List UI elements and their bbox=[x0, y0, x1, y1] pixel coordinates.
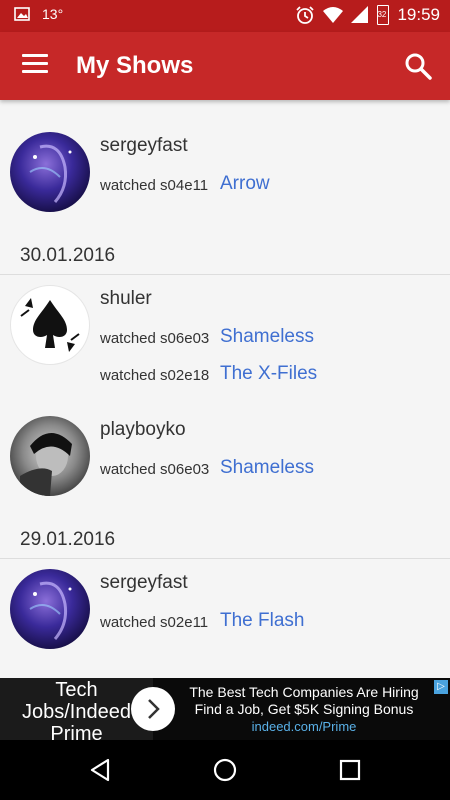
show-link[interactable]: Shameless bbox=[220, 326, 314, 348]
clock-text: 19:59 bbox=[397, 5, 440, 24]
search-icon[interactable] bbox=[404, 52, 432, 80]
episode-text: watched s04e11 bbox=[100, 177, 209, 194]
ad-arrow-button[interactable] bbox=[131, 687, 175, 731]
activity-item: shuler watched s06e03 Shameless watched … bbox=[0, 275, 450, 395]
chevron-right-icon bbox=[148, 699, 160, 719]
avatar-art bbox=[29, 581, 72, 640]
navigation-bar bbox=[0, 740, 450, 800]
signal-icon bbox=[351, 6, 369, 23]
temperature-text: 13° bbox=[42, 6, 64, 22]
avatar[interactable] bbox=[10, 285, 90, 365]
activity-item: sergeyfast watched s02e11 The Flash bbox=[0, 559, 450, 669]
episode-text: watched s06e03 bbox=[100, 461, 210, 478]
activity-item: playboyko watched s06e03 Shameless bbox=[0, 406, 450, 506]
avatar-art bbox=[29, 144, 72, 203]
episode-text: watched s02e18 bbox=[100, 367, 210, 384]
hamburger-icon-line bbox=[22, 62, 48, 65]
ad-text: The Best Tech Companies Are Hiring Find … bbox=[184, 684, 424, 735]
back-icon[interactable] bbox=[86, 756, 114, 784]
ad-banner[interactable]: Tech Jobs/Indeed Prime The Best Tech Com… bbox=[0, 678, 450, 740]
status-bar: 13° 32 19:59 bbox=[0, 0, 450, 32]
page-title: My Shows bbox=[76, 52, 194, 79]
avatar-photo bbox=[20, 432, 72, 496]
episode-text: watched s02e11 bbox=[100, 614, 209, 631]
show-link[interactable]: The X-Files bbox=[220, 363, 317, 385]
home-icon[interactable] bbox=[211, 756, 239, 784]
activity-feed: sergeyfast watched s04e11 Arrow 30.01.20… bbox=[0, 100, 450, 678]
recents-icon[interactable] bbox=[336, 756, 364, 784]
app-bar: My Shows bbox=[0, 32, 450, 100]
ad-url: indeed.com/Prime bbox=[251, 719, 357, 734]
wifi-icon bbox=[323, 7, 344, 23]
show-link[interactable]: Arrow bbox=[220, 173, 270, 195]
username[interactable]: shuler bbox=[100, 288, 152, 310]
avatar[interactable] bbox=[10, 416, 90, 496]
username[interactable]: sergeyfast bbox=[100, 135, 188, 157]
activity-item: sergeyfast watched s04e11 Arrow bbox=[0, 100, 450, 220]
ad-subline: Find a Job, Get $5K Signing Bonus bbox=[194, 701, 414, 717]
show-link[interactable]: Shameless bbox=[220, 457, 314, 479]
battery-indicator: 32 bbox=[377, 5, 390, 25]
image-notification-icon bbox=[14, 7, 30, 21]
spade-card-icon bbox=[20, 298, 80, 352]
username[interactable]: playboyko bbox=[100, 419, 186, 441]
date-header: 30.01.2016 bbox=[20, 245, 116, 266]
ad-headline: The Best Tech Companies Are Hiring bbox=[189, 684, 419, 700]
alarm-icon bbox=[296, 6, 315, 24]
ad-info-icon[interactable]: ▷ bbox=[434, 680, 448, 694]
date-header: 29.01.2016 bbox=[20, 529, 116, 550]
avatar[interactable] bbox=[10, 569, 90, 649]
hamburger-icon-line bbox=[22, 54, 48, 57]
menu-button[interactable] bbox=[22, 54, 48, 76]
hamburger-icon-line bbox=[22, 70, 48, 73]
show-link[interactable]: The Flash bbox=[220, 610, 304, 632]
avatar[interactable] bbox=[10, 132, 90, 212]
battery-level-text: 32 bbox=[377, 10, 387, 19]
episode-text: watched s06e03 bbox=[100, 330, 210, 347]
username[interactable]: sergeyfast bbox=[100, 572, 188, 594]
